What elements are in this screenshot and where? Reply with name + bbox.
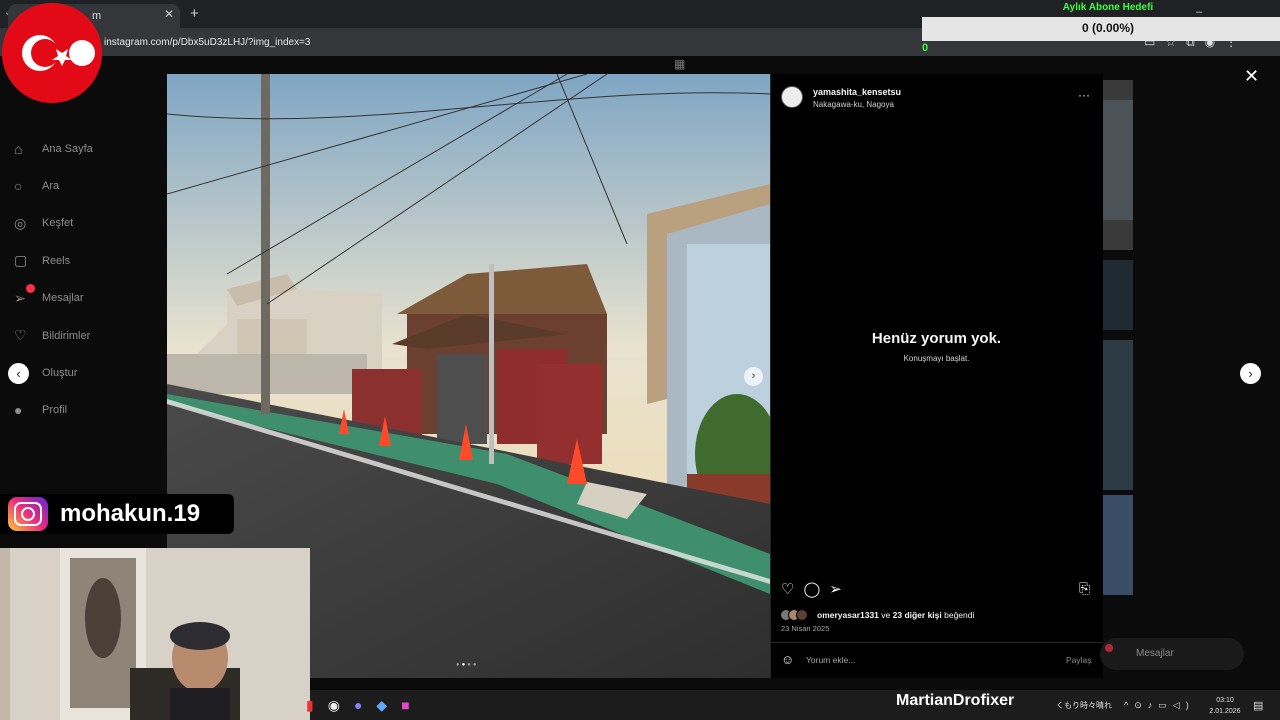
floating-messages-button[interactable]: Mesajlar [1100,638,1244,670]
grid-icon: ▦ [674,57,686,71]
more-options-icon[interactable]: ··· [1078,88,1090,102]
sidebar-item-home[interactable]: ⌂ Ana Sayfa [14,130,164,167]
sidebar-item-reels[interactable]: ▢ Reels [14,242,164,279]
close-icon[interactable]: ✕ [1244,66,1259,87]
instagram-logo-lens [21,507,35,521]
social-handle: mohakun.19 [60,500,201,527]
sidebar-item-search[interactable]: ○ Ara [14,167,164,204]
comment-icon[interactable]: ◯ [803,581,820,598]
share-icon[interactable]: ➢ [829,581,842,598]
webcam-illustration [0,548,310,720]
post-username[interactable]: yamashita_kensetsu [813,87,901,97]
new-tab-button[interactable]: + [190,5,199,22]
avatar[interactable] [781,86,803,108]
feed-thumbnails [1103,80,1133,595]
tab-close-icon[interactable]: ✕ [164,7,174,21]
next-post-button[interactable]: › [1240,363,1261,384]
liker-name[interactable]: omeryasar1331 [817,610,879,620]
crescent-star-icon [2,3,102,103]
weather-text: くもり時々晴れ [1056,701,1112,710]
previous-post-button[interactable]: ‹ [8,363,29,384]
likes-others[interactable]: 23 diğer kişi [893,610,942,620]
sidebar-item-explore[interactable]: ◎ Keşfet [14,205,164,242]
explore-icon: ◎ [14,214,27,231]
sub-goal-count: 0 [922,42,929,54]
search-icon: ○ [14,178,23,195]
app-icon[interactable]: ▮ [306,697,328,713]
carousel-dots: ●●●● [456,662,479,668]
start-conversation-text: Konuşmayı başlat. [903,354,970,363]
background-feed-strip [1103,80,1133,678]
streamer-name-text: MartianDrofixer [896,692,1015,709]
app-icon[interactable]: ■ [401,697,423,713]
sidebar-nav: ⌂ Ana Sayfa ○ Ara ◎ Keşfet ▢ Reels ➢ Mesajlar… [14,130,164,429]
clock-time[interactable]: 03:10 [1205,697,1245,704]
sub-goal-value: 0 (0.00%) [1081,21,1135,35]
chrome-icon[interactable]: ◉ [328,697,354,713]
likes-summary: omeryasar1331 ve 23 diğer kişi beğendi [817,610,975,620]
post-location[interactable]: Nakagawa-ku, Nagoya [813,100,894,109]
carousel-dot: ● [472,662,479,668]
sidebar-item-create[interactable]: ⊞Oluştur [14,354,164,391]
like-icon[interactable]: ♡ [781,581,794,598]
profile-icon: ● [14,402,23,419]
sidebar-item-messages[interactable]: ➢ Mesajlar [14,280,164,317]
notification-icon[interactable]: ▤ [1253,699,1263,712]
messages-badge [26,284,35,293]
liker-avatar [796,609,808,621]
post-comment-button[interactable]: Paylaş [1066,655,1092,665]
clock-date[interactable]: 2.01.2026 [1205,708,1245,715]
sidebar-item-profile[interactable]: ● Profil [14,392,164,429]
system-tray-icons[interactable]: ^⊙♪▭◁) [1124,700,1195,711]
carousel-next-button[interactable]: › [744,367,763,386]
divider [770,642,1103,643]
comment-input[interactable] [806,652,1056,668]
bookmark-icon[interactable]: ⎘ [1079,580,1090,597]
url-field[interactable]: instagram.com/p/Dbx5uD3zLHJ/?img_index=3 [104,37,311,48]
no-comments-title: Henüz yorum yok. [871,330,1002,347]
taskbar-apps[interactable]: ▮◉●◆■ [306,697,424,714]
post-actions: ♡ ◯ ➢ [781,580,851,598]
heart-icon: ♡ [14,327,27,344]
sub-goal-title: Aylık Abone Hedefi [1062,2,1154,13]
emoji-icon[interactable]: ☺ [781,652,794,667]
post-date: 23 Nisan 2025 [781,624,830,633]
sidebar-item-notifications[interactable]: ♡ Bildirimler [14,317,164,354]
turkish-flag-logo [2,3,102,103]
webcam-feed [0,548,310,720]
discord-icon[interactable]: ● [354,697,376,713]
reels-icon: ▢ [14,252,28,269]
messages-badge [1105,644,1113,652]
home-icon: ⌂ [14,140,23,157]
steam-icon[interactable]: ◆ [376,697,401,713]
